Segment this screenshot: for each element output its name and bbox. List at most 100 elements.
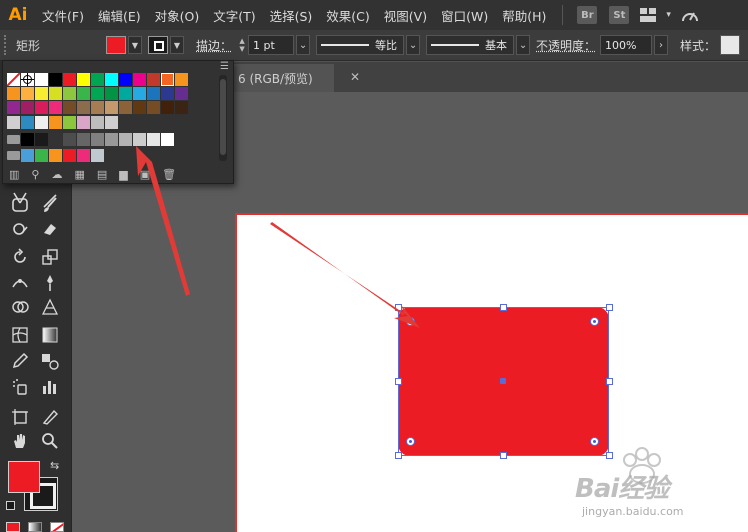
color-swatch[interactable] [133, 133, 146, 146]
color-swatch[interactable] [119, 73, 132, 86]
resize-handle-left[interactable] [395, 378, 402, 385]
resize-handle-bottom-left[interactable] [395, 452, 402, 459]
rectangle-tool-icon[interactable] [6, 193, 34, 217]
color-swatch[interactable] [91, 87, 104, 100]
shaper-tool-icon[interactable] [6, 217, 34, 241]
menu-view[interactable]: 视图(V) [378, 6, 433, 25]
swap-fill-stroke-icon[interactable]: ⇆ [50, 459, 59, 472]
color-swatch[interactable] [147, 87, 160, 100]
color-swatch[interactable] [49, 87, 62, 100]
bridge-button[interactable]: Br [577, 6, 598, 24]
color-swatch[interactable] [63, 73, 76, 86]
shape-builder-tool-icon[interactable] [6, 295, 34, 319]
color-swatch[interactable] [35, 116, 48, 129]
fill-color-swatch-front[interactable] [8, 461, 40, 493]
color-swatch[interactable] [91, 133, 104, 146]
corner-radius-widget[interactable] [406, 317, 415, 326]
color-swatch[interactable] [91, 116, 104, 129]
corner-radius-widget[interactable] [590, 317, 599, 326]
mesh-tool-icon[interactable] [6, 323, 34, 347]
color-swatch[interactable] [21, 133, 34, 146]
stroke-weight-spinner[interactable]: ▲ ▼ [236, 35, 248, 55]
hand-tool-icon[interactable] [6, 429, 34, 453]
variable-width-profile[interactable]: 等比 [316, 35, 405, 55]
paintbrush-tool-icon[interactable] [36, 193, 64, 217]
panel-menu-icon[interactable]: ☰ [220, 61, 229, 72]
menu-help[interactable]: 帮助(H) [496, 6, 552, 25]
color-swatch[interactable] [77, 101, 90, 114]
color-swatch[interactable] [105, 73, 118, 86]
color-swatch[interactable] [63, 101, 76, 114]
menu-effect[interactable]: 效果(C) [320, 6, 375, 25]
color-swatch[interactable] [119, 133, 132, 146]
chevron-down-icon[interactable]: ▾ [666, 10, 671, 20]
opacity-input[interactable]: 100% [600, 35, 653, 55]
color-swatch[interactable] [63, 116, 76, 129]
color-swatch[interactable] [147, 101, 160, 114]
puppet-warp-tool-icon[interactable] [36, 271, 64, 295]
resize-handle-top-left[interactable] [395, 304, 402, 311]
color-swatch[interactable] [77, 149, 90, 162]
blend-tool-icon[interactable] [36, 349, 64, 373]
color-swatch[interactable] [133, 73, 146, 86]
swatch-scrollbar[interactable] [219, 75, 227, 161]
color-swatch[interactable] [161, 101, 174, 114]
tab-close-icon[interactable]: ✕ [350, 70, 360, 84]
color-mode-button[interactable] [6, 522, 20, 532]
color-swatch[interactable] [175, 73, 188, 86]
artboard-tool-icon[interactable] [6, 405, 34, 429]
color-swatch[interactable] [21, 87, 34, 100]
color-group-folder-icon[interactable] [7, 151, 20, 160]
chevron-down-icon[interactable]: ⌄ [516, 35, 531, 55]
color-swatch[interactable] [49, 133, 62, 146]
color-swatch[interactable] [63, 133, 76, 146]
slice-tool-icon[interactable] [36, 405, 64, 429]
perspective-grid-tool-icon[interactable] [36, 295, 64, 319]
color-swatch[interactable] [7, 87, 20, 100]
new-swatch-icon[interactable]: ▣ [140, 168, 150, 181]
color-swatch[interactable] [175, 101, 188, 114]
color-swatch[interactable] [119, 87, 132, 100]
color-swatch[interactable] [133, 101, 146, 114]
color-swatch[interactable] [21, 73, 34, 86]
color-swatch[interactable] [49, 101, 62, 114]
cloud-library-icon[interactable]: ☁ [51, 168, 62, 181]
width-tool-icon[interactable] [6, 271, 34, 295]
color-swatch[interactable] [35, 87, 48, 100]
color-swatch[interactable] [7, 73, 20, 86]
color-swatch[interactable] [119, 101, 132, 114]
color-swatch[interactable] [49, 149, 62, 162]
chevron-down-icon[interactable]: ⌄ [296, 35, 311, 55]
color-swatch[interactable] [77, 87, 90, 100]
resize-handle-top-right[interactable] [606, 304, 613, 311]
color-swatch[interactable] [63, 149, 76, 162]
color-swatch[interactable] [161, 133, 174, 146]
menu-file[interactable]: 文件(F) [36, 6, 90, 25]
menu-edit[interactable]: 编辑(E) [92, 6, 147, 25]
color-swatch[interactable] [77, 116, 90, 129]
color-swatch[interactable] [77, 73, 90, 86]
color-swatch[interactable] [21, 149, 34, 162]
color-swatch[interactable] [105, 133, 118, 146]
menu-window[interactable]: 窗口(W) [435, 6, 494, 25]
chevron-down-icon[interactable]: ⌄ [406, 35, 421, 55]
menu-select[interactable]: 选择(S) [264, 6, 319, 25]
stroke-weight-input[interactable]: 1 pt [248, 35, 295, 55]
eyedropper-tool-icon[interactable] [6, 349, 34, 373]
scale-tool-icon[interactable] [36, 245, 64, 269]
swatch-options-icon[interactable]: ▦ [74, 168, 84, 181]
graphic-style-swatch[interactable] [720, 35, 741, 55]
swatch-libraries-icon[interactable]: ▥ [9, 168, 19, 181]
default-fill-stroke-icon[interactable] [6, 501, 15, 510]
stock-button[interactable]: St [609, 6, 630, 24]
color-swatch[interactable] [21, 116, 34, 129]
color-swatch[interactable] [77, 133, 90, 146]
panel-grip[interactable] [4, 35, 10, 55]
color-swatch[interactable] [35, 133, 48, 146]
color-swatch[interactable] [7, 101, 20, 114]
resize-handle-bottom[interactable] [500, 452, 507, 459]
trash-icon[interactable]: 🗑 [162, 168, 176, 181]
color-swatch[interactable] [147, 73, 160, 86]
color-swatch[interactable] [7, 116, 20, 129]
color-swatch[interactable] [105, 116, 118, 129]
